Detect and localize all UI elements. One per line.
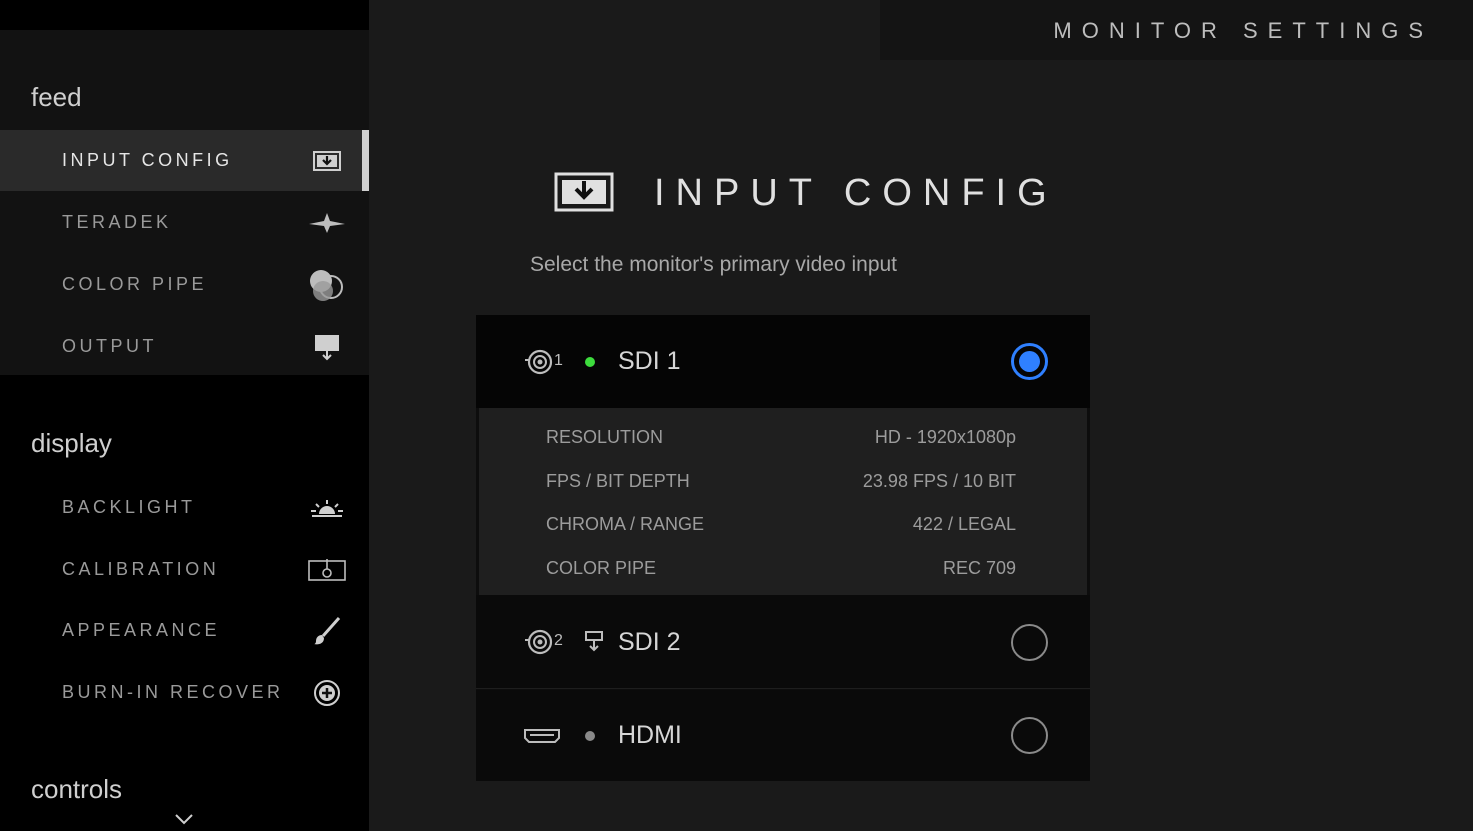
sidebar-item-color-pipe[interactable]: COLOR PIPE xyxy=(0,254,369,315)
detail-value: 422 / LEGAL xyxy=(912,514,1016,534)
teradek-icon xyxy=(306,205,348,241)
sidebar-item-teradek[interactable]: TERADEK xyxy=(0,192,369,253)
source-label: SDI 2 xyxy=(618,628,681,656)
source-label: SDI 1 xyxy=(618,347,681,375)
detail-key: RESOLUTION xyxy=(546,427,664,447)
input-config-icon xyxy=(554,172,614,217)
sdi-port-icon: 1 xyxy=(523,315,565,408)
sidebar-item-label: BURN-IN RECOVER xyxy=(62,682,284,702)
source-radio-hdmi[interactable] xyxy=(1011,717,1048,754)
sdi-port-icon: 2 xyxy=(523,595,565,688)
color-pipe-icon xyxy=(306,267,348,303)
detail-value: REC 709 xyxy=(942,558,1016,578)
svg-text:2: 2 xyxy=(554,632,563,649)
input-config-icon xyxy=(306,143,348,179)
backlight-icon xyxy=(306,490,348,526)
sidebar-item-output[interactable]: OUTPUT xyxy=(0,316,369,377)
signal-status-dot xyxy=(584,315,596,408)
chevron-down-icon[interactable] xyxy=(172,812,196,831)
source-radio-sdi-2[interactable] xyxy=(1011,624,1048,661)
svg-text:1: 1 xyxy=(554,352,563,369)
active-indicator xyxy=(362,130,369,191)
source-row-sdi-2[interactable]: 2 SDI 2 xyxy=(476,595,1090,689)
group-label-feed: feed xyxy=(31,82,82,112)
sidebar: feed INPUT CONFIG TERADEK COLOR PIPE OUT… xyxy=(0,0,369,831)
detail-value: 23.98 FPS / 10 BIT xyxy=(862,471,1016,491)
source-row-hdmi[interactable]: HDMI xyxy=(476,690,1090,781)
sidebar-item-label: INPUT CONFIG xyxy=(62,150,233,170)
signal-status-dot xyxy=(584,690,596,781)
detail-value: HD - 1920x1080p xyxy=(874,427,1016,447)
sidebar-item-label: TERADEK xyxy=(62,212,172,232)
sidebar-item-label: COLOR PIPE xyxy=(62,274,208,294)
detail-key: COLOR PIPE xyxy=(546,558,657,578)
source-row-sdi-1[interactable]: 1 SDI 1 xyxy=(476,315,1090,408)
sidebar-item-burn-in-recover[interactable]: BURN-IN RECOVER xyxy=(0,662,369,723)
page-title: INPUT CONFIG xyxy=(654,172,1058,214)
detail-key: CHROMA / RANGE xyxy=(546,514,705,534)
sidebar-item-input-config[interactable]: INPUT CONFIG xyxy=(0,130,369,191)
sidebar-top-strip xyxy=(0,0,369,30)
detail-row-chroma: CHROMA / RANGE 422 / LEGAL xyxy=(546,514,1016,544)
header-bar: MONITOR SETTINGS xyxy=(880,0,1473,60)
detail-key: FPS / BIT DEPTH xyxy=(546,471,690,491)
sidebar-item-label: OUTPUT xyxy=(62,336,157,356)
group-label-controls: controls xyxy=(31,774,123,804)
calibration-icon xyxy=(306,552,348,588)
group-label-display: display xyxy=(31,428,112,458)
page-subtitle: Select the monitor's primary video input xyxy=(530,253,898,276)
plus-circle-icon xyxy=(306,675,348,711)
source-radio-sdi-1[interactable] xyxy=(1011,343,1048,380)
page-header-title: MONITOR SETTINGS xyxy=(1053,18,1433,43)
brush-icon xyxy=(306,613,348,649)
pass-through-icon xyxy=(584,595,604,688)
sidebar-item-calibration[interactable]: CALIBRATION xyxy=(0,539,369,600)
sidebar-item-label: CALIBRATION xyxy=(62,559,220,579)
sidebar-item-label: BACKLIGHT xyxy=(62,497,196,517)
detail-row-fps: FPS / BIT DEPTH 23.98 FPS / 10 BIT xyxy=(546,471,1016,501)
sidebar-item-appearance[interactable]: APPEARANCE xyxy=(0,600,369,661)
output-icon xyxy=(306,329,348,365)
detail-row-color-pipe: COLOR PIPE REC 709 xyxy=(546,558,1016,588)
detail-row-resolution: RESOLUTION HD - 1920x1080p xyxy=(546,427,1016,457)
hdmi-port-icon xyxy=(523,690,561,781)
input-source-panel: 1 SDI 1 RESOLUTION HD - 1920x1080p FPS /… xyxy=(476,315,1090,781)
source-label: HDMI xyxy=(618,721,682,749)
sidebar-item-backlight[interactable]: BACKLIGHT xyxy=(0,477,369,538)
source-details: RESOLUTION HD - 1920x1080p FPS / BIT DEP… xyxy=(479,408,1087,595)
sidebar-item-label: APPEARANCE xyxy=(62,620,221,640)
